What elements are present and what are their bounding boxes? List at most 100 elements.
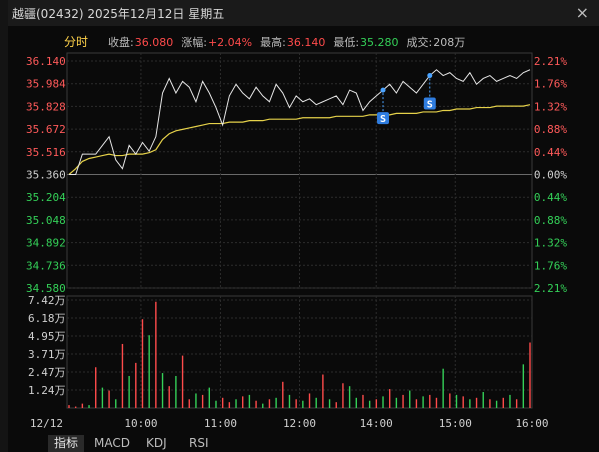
volume-bar [155, 301, 157, 408]
volume-tick-label: 7.42万 [28, 294, 66, 307]
signal-markers: SS [377, 73, 436, 125]
volume-bar [101, 387, 104, 408]
volume-tick-label: 3.71万 [28, 348, 66, 361]
pct-axis: 2.21% 1.76% 1.32% 0.88% 0.44% 0.00% 0.44% 0.88%… [534, 55, 567, 295]
volume-bar [188, 399, 190, 408]
volume-bar [148, 335, 150, 408]
pct-tick-label: 0.88% [534, 214, 567, 227]
volume-axis: 7.42万 6.18万 4.95万 3.71万 2.47万 1.24万 [28, 294, 66, 397]
volume-bar [235, 399, 237, 408]
volume-bar [195, 393, 197, 408]
volume-bar [128, 375, 130, 408]
volume-bar [502, 397, 504, 408]
volume-bar [522, 364, 525, 408]
volume-bar [201, 394, 204, 408]
pct-tick-label: 0.44% [534, 191, 567, 204]
volume-bar [221, 397, 224, 408]
volume-bar [295, 399, 297, 408]
tab-kdj[interactable]: KDJ [146, 435, 167, 452]
pct-tick-label: 0.88% [534, 123, 567, 136]
tab-macd[interactable]: MACD [94, 435, 130, 452]
volume-bar [88, 405, 90, 408]
volume-bar [215, 400, 217, 408]
volume-bar [328, 399, 331, 408]
volume-bar [509, 394, 511, 408]
pct-tick-label: 1.32% [534, 237, 567, 250]
signal-point [427, 73, 433, 79]
volume-bar [248, 394, 251, 408]
volume-bar [175, 375, 177, 408]
volume-bar [409, 390, 411, 408]
volume-bar [495, 400, 498, 408]
volume-bar [275, 397, 277, 408]
price-tick-label: 36.140 [26, 55, 66, 68]
price-axis: 36.140 35.984 35.828 35.672 35.516 35.360 35.2… [26, 55, 66, 295]
volume-bar [489, 399, 491, 408]
price-tick-label: 35.672 [26, 123, 66, 136]
price-tick-label: 35.984 [26, 78, 66, 91]
volume-tick-label: 4.95万 [28, 330, 66, 343]
volume-bar [429, 394, 431, 408]
volume-bar [375, 399, 378, 408]
volume-bar [242, 396, 244, 408]
volume-bar [228, 402, 231, 408]
volume-tick-label: 1.24万 [28, 384, 66, 397]
volume-bar [515, 399, 518, 408]
price-tick-label: 34.892 [26, 237, 66, 250]
volume-bar [135, 362, 137, 408]
tab-rsi[interactable]: RSI [189, 435, 209, 452]
volume-bar [469, 399, 471, 408]
volume-bar [402, 394, 404, 408]
volume-bar [482, 391, 484, 408]
volume-bar [388, 389, 391, 408]
time-tick-label: 14:00 [360, 417, 393, 430]
price-tick-label: 34.736 [26, 259, 66, 272]
pct-tick-label: 1.76% [534, 78, 567, 91]
price-tick-label: 35.204 [26, 191, 66, 204]
tab-indicator[interactable]: 指标 [48, 435, 85, 452]
volume-bar [302, 400, 304, 408]
signal-badge-label: S [427, 100, 433, 111]
pct-tick-label: 1.32% [534, 100, 567, 113]
volume-bar [255, 400, 257, 408]
volume-bar [121, 343, 124, 408]
volume-bar [262, 403, 264, 408]
volume-bar [335, 402, 337, 408]
volume-bar [415, 399, 418, 408]
price-tick-label: 35.048 [26, 214, 66, 227]
volume-bar [435, 397, 438, 408]
volume-bar [315, 397, 317, 408]
intraday-chart[interactable]: 36.140 35.984 35.828 35.672 35.516 35.360 35.2… [0, 0, 599, 452]
volume-bar [475, 397, 478, 408]
volume-bar [382, 396, 384, 408]
signal-point [380, 87, 386, 93]
volume-bar [268, 399, 271, 408]
volume-bar [308, 393, 311, 408]
time-tick-label: 15:00 [439, 417, 472, 430]
volume-bar [108, 390, 110, 408]
volume-bar [115, 399, 117, 408]
pct-tick-label: 0.00% [534, 169, 567, 182]
volume-bar [81, 403, 84, 408]
time-axis: 12/12 10:00 11:00 12:00 14:00 15:00 16:00 [30, 417, 549, 430]
price-tick-label: 35.828 [26, 100, 66, 113]
volume-bar [462, 396, 464, 408]
time-tick-label: 12/12 [30, 417, 63, 430]
time-tick-label: 10:00 [124, 417, 157, 430]
price-tick-label: 35.516 [26, 146, 66, 159]
time-tick-label: 12:00 [283, 417, 316, 430]
volume-bar [168, 386, 170, 408]
volume-bar [455, 394, 458, 408]
volume-bar [529, 342, 531, 408]
volume-bar [395, 397, 398, 408]
volume-tick-label: 2.47万 [28, 366, 66, 379]
volume-bar [449, 393, 451, 408]
volume-bar [161, 373, 164, 408]
chart-grid [66, 52, 533, 409]
signal-badge-label: S [380, 114, 386, 125]
volume-bar [288, 394, 291, 408]
volume-bar [74, 406, 77, 408]
volume-bar [355, 397, 357, 408]
volume-bar [322, 374, 324, 408]
volume-bar [208, 387, 211, 408]
